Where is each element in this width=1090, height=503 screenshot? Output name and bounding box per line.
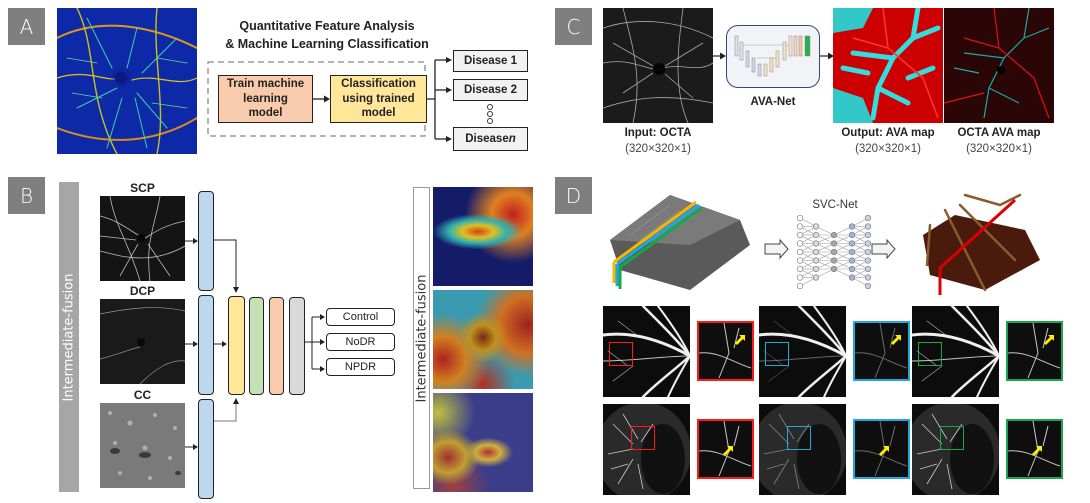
svc-result-image [759,306,846,397]
roi-box [918,342,942,366]
net-node [812,248,820,256]
net-node [864,240,872,247]
ava-net-block [726,25,820,88]
net-node [864,257,872,264]
net-node [830,257,838,264]
net-node [796,248,804,256]
net-node [830,231,838,239]
net-node [848,257,856,264]
roi-zoom-inset [1006,419,1063,479]
net-node [812,223,820,230]
net-node [812,240,820,247]
octa-ava-overlay-image [944,8,1054,123]
svc-result-image [912,306,999,397]
roi-zoom-inset [697,419,754,479]
net-node [864,274,872,281]
overlay-vessels [944,8,1054,123]
net-node [848,274,856,281]
net-node [796,223,804,230]
svc-net-diagram [796,214,872,290]
net-node [848,240,856,247]
svc-result-image [912,404,999,495]
roi-box [765,342,789,366]
svc-result-image [759,404,846,495]
net-node [864,214,872,222]
net-node [812,274,820,281]
hollow-arrow-icon [871,238,896,260]
net-node [796,282,804,290]
roi-box [609,342,633,366]
panel-label-d: D [555,177,592,214]
net-node [848,223,856,230]
net-node [848,248,856,256]
octa-ava-caption: OCTA AVA map (320×320×1) [957,127,1041,155]
roi-box [631,426,655,450]
roi-box [940,426,964,450]
net-node [812,265,820,273]
net-node [864,265,872,273]
ava-map-vessels [833,8,943,123]
output-ava-caption: Output: AVA map (320×320×1) [841,127,935,155]
roi-zoom-inset [853,321,910,381]
svc-result-image [603,404,690,495]
unet-diagram-icon [734,35,811,77]
net-node [864,223,872,230]
net-node [796,257,804,264]
roi-zoom-inset [697,321,754,381]
roi-box [787,426,811,450]
roi-zoom-inset [1006,321,1063,381]
output-ava-map-image [833,8,943,123]
output-3d-volume [923,193,1040,295]
net-node [796,214,804,222]
svc-result-image [603,306,690,397]
net-node [812,257,820,264]
net-node [864,248,872,256]
net-node [864,231,872,239]
net-node [796,240,804,247]
net-node [830,265,838,273]
input-3d-volume [610,195,750,290]
net-node [796,274,804,281]
ava-net-label: AVA-Net [750,96,796,108]
net-node [848,265,856,273]
net-node [796,265,804,273]
net-node [864,282,872,290]
net-node [830,248,838,256]
svc-net-label: SVC-Net [812,199,858,211]
net-node [812,231,820,239]
net-node [830,240,838,247]
net-node [796,231,804,239]
roi-zoom-inset [853,419,910,479]
net-node [848,231,856,239]
